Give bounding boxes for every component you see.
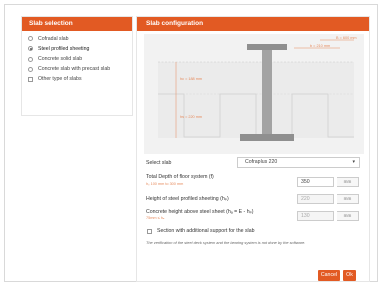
total-depth-input[interactable] (297, 177, 334, 187)
slab-selection-panel: Slab selection Cofradal slab Steel profi… (21, 16, 133, 116)
radio-concrete-solid-slab[interactable] (28, 56, 33, 62)
sheet-height-label: Height of steel profiled sheeting (hₚ) (146, 196, 229, 202)
select-slab-label: Select slab (146, 160, 172, 166)
beam-web-shape (262, 50, 272, 134)
select-slab-value: Cofraplus 220 (245, 159, 278, 165)
total-depth-hint: hₛ 100 mm to 300 mm (146, 182, 184, 186)
beam-bottom-flange-shape (240, 134, 294, 141)
select-slab-dropdown[interactable]: Cofraplus 220 ▾ (237, 157, 360, 168)
option-other-slabs[interactable]: Other type of slabs (28, 76, 127, 83)
slab-cross-section-diagram: B = 600 mm b = 210 mm hc = 188 mm hs = 2… (144, 34, 364, 154)
dim-width-label: b = 210 mm (310, 44, 330, 48)
select-slab-row: Select slab Cofraplus 220 ▾ (145, 157, 363, 169)
option-label: Cofradal slab (38, 36, 69, 42)
sheet-height-input[interactable] (297, 194, 334, 204)
slab-dialog: Slab selection Cofradal slab Steel profi… (4, 4, 378, 282)
option-label: Concrete slab with precast slab (38, 66, 111, 73)
concrete-height-label: Concrete height above steel sheet (hₐ = … (146, 209, 254, 215)
option-cofradal-slab[interactable]: Cofradal slab (28, 36, 127, 43)
slab-configuration-title: Slab configuration (137, 17, 369, 31)
additional-support-row[interactable]: Section with additional support for the … (145, 228, 363, 236)
concrete-height-unit: mm (337, 211, 359, 221)
concrete-height-hint: 75mm ≤ hₐ (146, 216, 165, 220)
additional-support-checkbox[interactable] (147, 229, 152, 234)
slab-selection-title: Slab selection (22, 17, 132, 31)
concrete-height-row: Concrete height above steel sheet (hₐ = … (145, 208, 363, 224)
verification-note: The verification of the steel deck syste… (146, 240, 306, 245)
sheet-height-row: Height of steel profiled sheeting (hₚ) m… (145, 193, 363, 205)
beam-top-flange-shape (247, 44, 287, 50)
total-depth-label: Total Depth of floor system (f) (146, 174, 214, 180)
option-steel-profiled-sheeting[interactable]: Steel profiled sheeting (28, 46, 127, 53)
option-label: Concrete solid slab (38, 56, 83, 63)
option-concrete-slab-precast[interactable]: Concrete slab with precast slab (28, 66, 127, 73)
dim-hc-label: hc = 188 mm (180, 77, 202, 81)
dim-hs-label: hs = 220 mm (180, 115, 202, 119)
slab-configuration-panel: Slab configuration B = 600 mm b = 210 mm… (136, 16, 370, 282)
additional-support-label: Section with additional support for the … (157, 228, 255, 234)
radio-concrete-slab-precast[interactable] (28, 66, 33, 72)
chevron-down-icon: ▾ (352, 159, 355, 165)
option-label: Other type of slabs (38, 76, 82, 83)
total-depth-unit: mm (337, 177, 359, 187)
dim-b-label: B = 600 mm (336, 36, 357, 40)
note-row: The verification of the steel deck syste… (145, 240, 363, 252)
cancel-button[interactable]: Cancel (318, 270, 340, 281)
sheet-height-unit: mm (337, 194, 359, 204)
option-label: Steel profiled sheeting (38, 46, 90, 53)
radio-cofradal-slab[interactable] (28, 36, 33, 42)
cross-section-drawing: B = 600 mm b = 210 mm hc = 188 mm hs = 2… (158, 36, 357, 141)
ok-button[interactable]: Ok (343, 270, 356, 281)
checkbox-other-slabs[interactable] (28, 76, 33, 82)
option-concrete-solid-slab[interactable]: Concrete solid slab (28, 56, 127, 63)
total-depth-row: Total Depth of floor system (f) hₛ 100 m… (145, 174, 363, 190)
concrete-height-input[interactable] (297, 211, 334, 221)
radio-steel-profiled-sheeting[interactable] (28, 46, 33, 52)
